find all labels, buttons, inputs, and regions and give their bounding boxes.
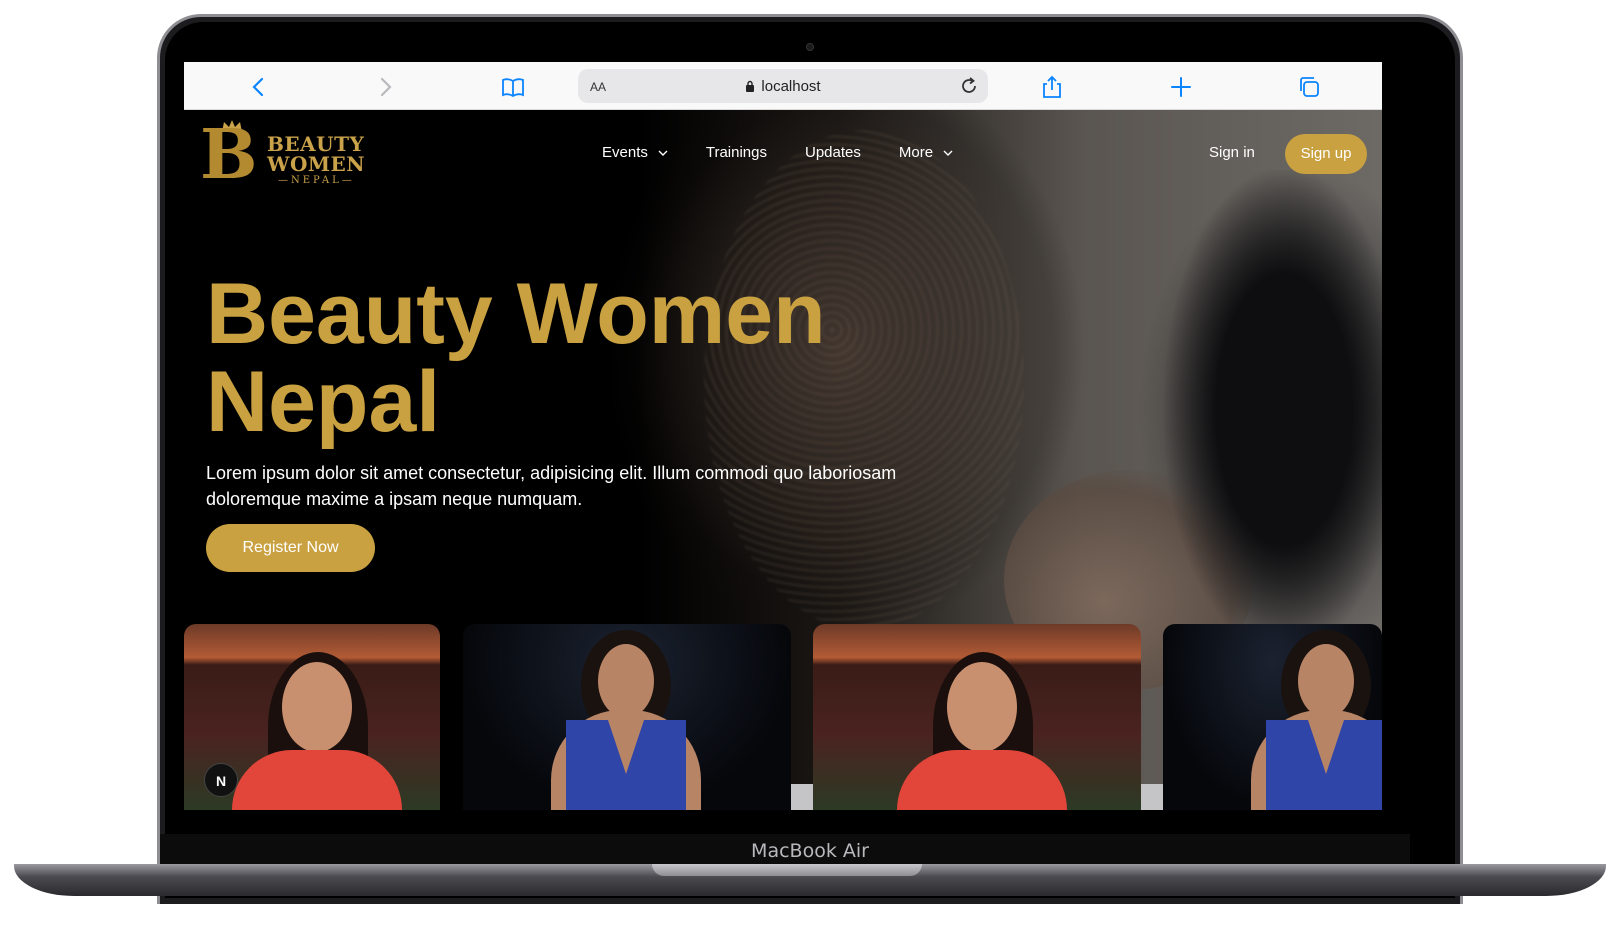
dev-tools-badge[interactable]: N (204, 763, 238, 797)
chevron-right-icon[interactable] (372, 74, 398, 100)
share-icon[interactable] (1039, 74, 1065, 100)
chevron-left-icon[interactable] (246, 74, 272, 100)
laptop-hinge-notch (652, 864, 922, 876)
hero-title-line1: Beauty Women (206, 266, 826, 362)
divider (1141, 784, 1163, 810)
plus-icon[interactable] (1168, 74, 1194, 100)
model-gallery: N (184, 624, 1382, 810)
tabs-icon[interactable] (1296, 74, 1322, 100)
address-bar[interactable]: AA localhost (578, 69, 988, 103)
device-label: MacBook Air (751, 840, 869, 862)
divider (791, 784, 813, 810)
sign-in-link[interactable]: Sign in (1209, 144, 1255, 161)
nav-item-label: Updates (805, 144, 861, 161)
nav-item-label: Trainings (705, 144, 767, 161)
web-page: B BEAUTY WOMEN —NEPAL— Events Trainings … (184, 110, 1382, 810)
sign-up-button[interactable]: Sign up (1285, 134, 1367, 174)
site-logo[interactable]: B BEAUTY WOMEN —NEPAL— (200, 118, 370, 194)
nav-item-events[interactable]: Events (602, 144, 668, 161)
logo-initial: B (200, 115, 258, 195)
gallery-card[interactable] (463, 624, 791, 810)
main-nav: Events Trainings Updates More (602, 144, 991, 161)
logo-text-women: WOMEN (267, 152, 366, 176)
nav-item-label: More (898, 144, 934, 161)
hero-description: Lorem ipsum dolor sit amet consectetur, … (206, 463, 897, 509)
reload-icon[interactable] (958, 75, 980, 97)
logo-text-nepal: —NEPAL— (278, 175, 355, 186)
chevron-down-icon (658, 150, 668, 156)
nav-item-trainings[interactable]: Trainings (706, 144, 767, 161)
gallery-card[interactable] (813, 624, 1141, 810)
nav-item-updates[interactable]: Updates (805, 144, 861, 161)
nav-item-label: Events (602, 144, 648, 161)
browser-toolbar: AA localhost (184, 62, 1382, 110)
hero-title: Beauty Women Nepal (206, 270, 906, 446)
camera (806, 43, 814, 51)
screen: AA localhost B BEAUTY WOMEN —NEPAL— Even… (184, 62, 1382, 810)
url-text: localhost (761, 78, 821, 95)
gallery-card[interactable]: N (184, 624, 440, 810)
lock-icon (746, 80, 755, 92)
hero-face-shadow (1164, 170, 1382, 650)
register-now-button[interactable]: Register Now (206, 524, 375, 572)
chevron-down-icon (943, 150, 953, 156)
nav-item-more[interactable]: More (899, 144, 953, 161)
gallery-card[interactable] (1163, 624, 1382, 810)
hero-title-line2: Nepal (206, 354, 441, 450)
book-icon[interactable] (500, 74, 526, 100)
